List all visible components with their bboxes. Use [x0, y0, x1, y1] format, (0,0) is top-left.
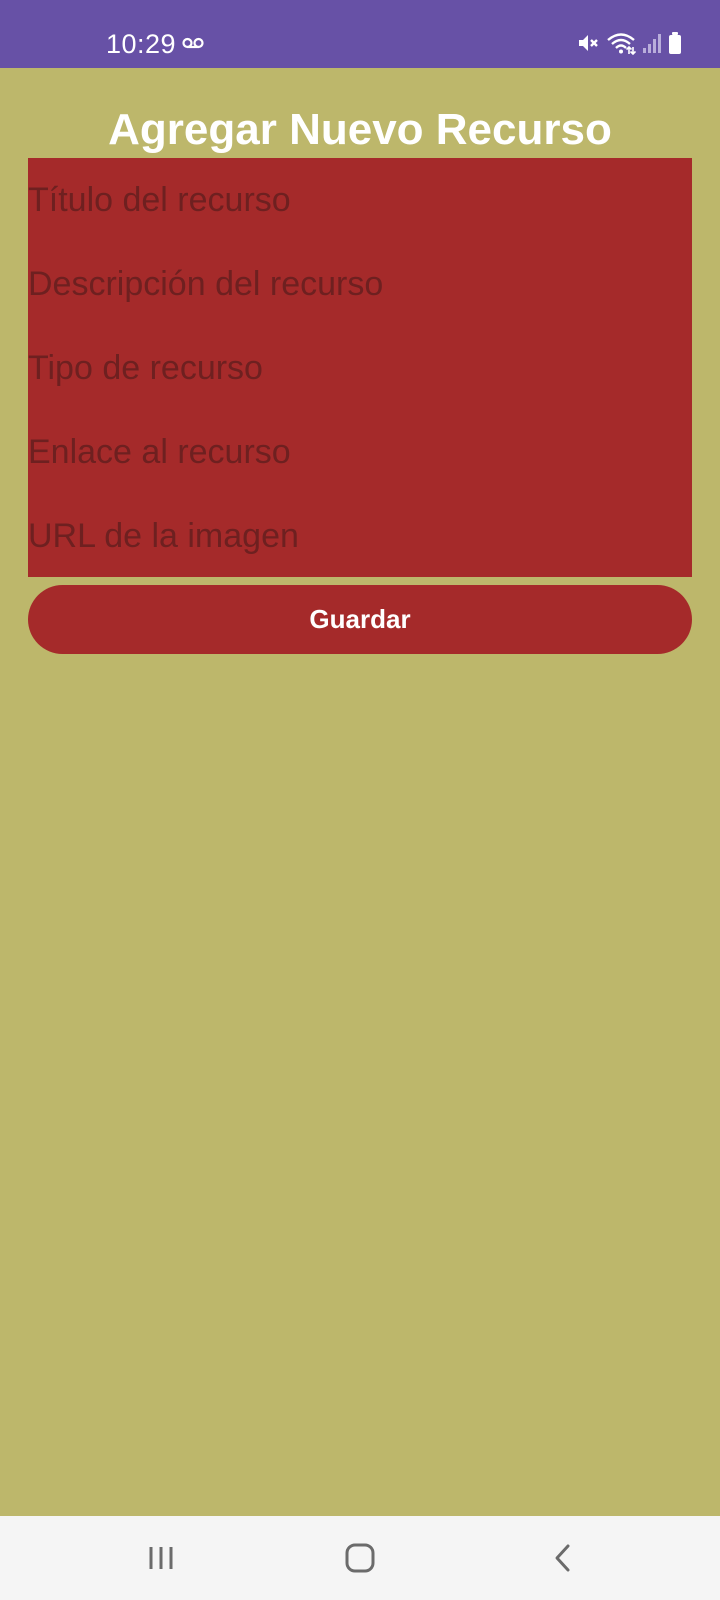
- resource-description-field[interactable]: [28, 249, 692, 319]
- home-button[interactable]: [330, 1532, 390, 1584]
- back-icon: [552, 1543, 574, 1573]
- voicemail-icon: [182, 36, 204, 50]
- back-button[interactable]: [533, 1532, 593, 1584]
- recent-apps-icon: [147, 1544, 175, 1572]
- app-content: Agregar Nuevo Recurso Guardar: [0, 68, 720, 1516]
- recent-apps-button[interactable]: [131, 1532, 191, 1584]
- mute-icon: [576, 31, 600, 55]
- resource-title-field[interactable]: [28, 165, 692, 235]
- battery-icon: [668, 31, 682, 55]
- status-bar: 10:29: [0, 0, 720, 68]
- status-time: 10:29: [106, 29, 177, 59]
- home-icon: [345, 1543, 375, 1573]
- image-url-field[interactable]: [28, 501, 692, 571]
- signal-icon: [642, 32, 662, 54]
- wifi-icon: [606, 31, 636, 55]
- page-title: Agregar Nuevo Recurso: [108, 105, 612, 154]
- status-icons: [576, 30, 682, 56]
- navigation-bar: [0, 1516, 720, 1600]
- resource-link-field[interactable]: [28, 417, 692, 487]
- save-button[interactable]: Guardar: [28, 585, 692, 654]
- resource-type-field[interactable]: [28, 333, 692, 403]
- resource-form: [28, 158, 692, 577]
